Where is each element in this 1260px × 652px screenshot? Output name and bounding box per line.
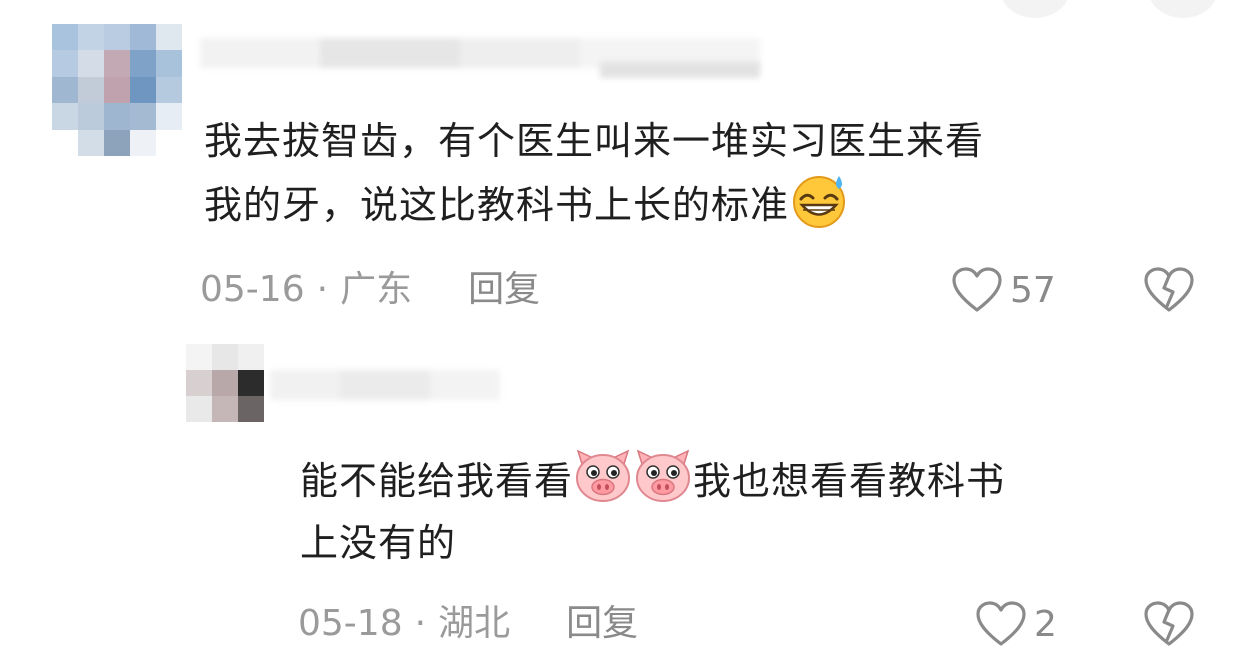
username-redacted[interactable] [270,370,500,400]
pig-face-emoji [633,448,693,504]
reply-button[interactable]: 回复 [468,266,540,314]
reply-text-line1b: 我也想看看教科书 [693,459,1006,503]
dislike-button[interactable] [1142,266,1196,318]
reply-text-line2: 上没有的 [300,521,457,565]
dislike-button[interactable] [1142,600,1196,652]
like-button[interactable]: 57 [950,266,1056,314]
reply-button[interactable]: 回复 [566,600,638,648]
comment-date: 05-16 [200,269,305,310]
heart-outline-icon [976,601,1026,646]
username-redacted-suffix [600,62,760,78]
meta-separator: · [316,269,329,310]
comment-date: 05-18 [298,603,403,644]
reply-text: 能不能给我看看 我也想看看教科书 上没有的 [300,448,1220,574]
heart-outline-icon [952,267,1002,312]
meta-separator: · [414,603,427,644]
like-button[interactable]: 2 [974,600,1057,648]
comment-text-line2: 我的牙，说这比教科书上长的标准 [204,183,790,227]
comment-text: 我去拔智齿，有个医生叫来一堆实习医生来看 我的牙，说这比教科书上长的标准 [204,110,1214,236]
reply-text-line1a: 能不能给我看看 [300,459,574,503]
comment-item: 我去拔智齿，有个医生叫来一堆实习医生来看 我的牙，说这比教科书上长的标准 05-… [0,0,1260,330]
broken-heart-icon [1144,601,1194,646]
grinning-sweat-emoji [789,172,849,228]
avatar[interactable] [186,344,264,422]
comment-region: 湖北 [438,603,511,644]
like-count: 2 [1034,603,1057,645]
avatar[interactable] [52,24,182,156]
reply-comment-item: 能不能给我看看 我也想看看教科书 上没有的 05-18 · 湖北 回复 2 [0,330,1260,651]
like-count: 57 [1010,269,1056,311]
reply-meta: 05-18 · 湖北 回复 [298,600,638,648]
comment-region: 广东 [340,269,413,310]
broken-heart-icon [1144,267,1194,312]
comment-meta: 05-16 · 广东 回复 [200,266,540,314]
comment-text-line1: 我去拔智齿，有个医生叫来一堆实习医生来看 [204,119,985,163]
pig-face-emoji [573,448,633,504]
